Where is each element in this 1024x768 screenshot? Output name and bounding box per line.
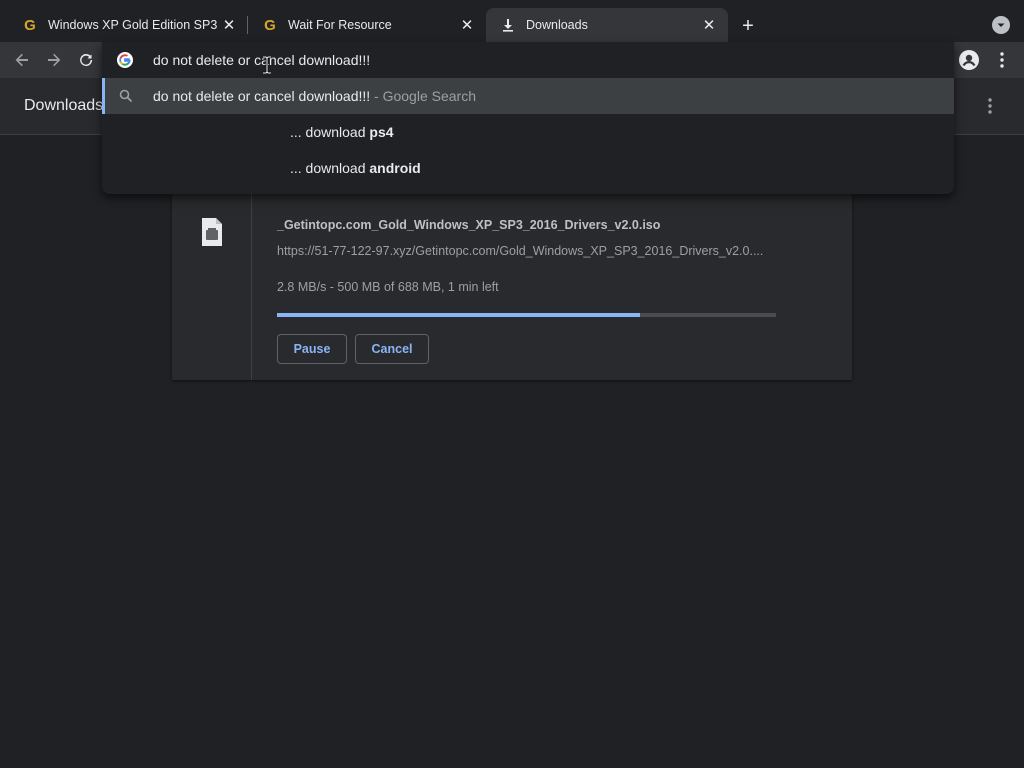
search-icon [119, 89, 133, 103]
tab-strip: G Windows XP Gold Edition SP3 ✕ G Wait F… [0, 0, 1024, 42]
suggestion-android[interactable]: ... download android [102, 150, 954, 186]
download-icon [500, 17, 516, 33]
suggestion-prefix: ... download [290, 160, 370, 176]
suggestion-ps4[interactable]: ... download ps4 [102, 114, 954, 150]
page-title: Downloads [24, 97, 104, 114]
source-url-link[interactable]: https://51-77-122-97.xyz/Getintopc.com/G… [277, 244, 777, 258]
suggestion-prefix: ... download [290, 124, 370, 140]
suggestion-text: do not delete or cancel download!!! - Go… [153, 88, 476, 104]
file-icon [200, 217, 224, 247]
suggestion-query: do not delete or cancel download!!! [153, 88, 371, 104]
forward-arrow-icon[interactable] [42, 48, 66, 72]
close-icon[interactable]: ✕ [458, 16, 476, 34]
g-favicon-icon: G [24, 16, 36, 34]
reload-icon[interactable] [74, 48, 98, 72]
pause-button[interactable]: Pause [277, 334, 347, 364]
download-item-card: _Getintopc.com_Gold_Windows_XP_SP3_2016_… [172, 170, 852, 380]
g-favicon-icon: G [264, 16, 276, 34]
cancel-button[interactable]: Cancel [355, 334, 429, 364]
omnibox-popup: do not delete or cancel download!!! do n… [102, 42, 954, 194]
close-icon[interactable]: ✕ [700, 16, 718, 34]
back-arrow-icon[interactable] [10, 48, 34, 72]
tab-title: Windows XP Gold Edition SP3 [48, 18, 218, 32]
card-divider [251, 170, 252, 380]
suggestion-text: ... download ps4 [290, 124, 394, 140]
tab-search-chevron-icon[interactable] [992, 16, 1010, 34]
tab-windows-xp[interactable]: G Windows XP Gold Edition SP3 ✕ [8, 8, 248, 42]
suggestion-suffix: - Google Search [370, 88, 476, 104]
selection-indicator [102, 78, 105, 114]
profile-avatar-icon[interactable] [958, 49, 980, 71]
progress-bar [277, 313, 776, 317]
new-tab-plus-icon[interactable]: + [737, 15, 759, 37]
tab-wait-for-resource[interactable]: G Wait For Resource ✕ [248, 8, 486, 42]
tab-downloads[interactable]: Downloads ✕ [486, 8, 728, 42]
suggestion-google-search[interactable]: do not delete or cancel download!!! - Go… [102, 78, 954, 114]
tab-title: Downloads [526, 18, 588, 32]
suggestion-bold: ps4 [369, 124, 394, 140]
more-actions-icon[interactable] [980, 96, 1000, 116]
google-g-icon [117, 52, 133, 68]
omnibox-input-row[interactable]: do not delete or cancel download!!! [102, 42, 954, 78]
file-name-link[interactable]: _Getintopc.com_Gold_Windows_XP_SP3_2016_… [277, 218, 660, 232]
close-icon[interactable]: ✕ [220, 16, 238, 34]
suggestion-bold: android [369, 160, 421, 176]
suggestion-text: ... download android [290, 160, 421, 176]
text-cursor-icon [261, 55, 273, 75]
tab-title: Wait For Resource [288, 18, 392, 32]
browser-menu-icon[interactable] [992, 49, 1012, 71]
progress-fill [277, 313, 640, 317]
download-status: 2.8 MB/s - 500 MB of 688 MB, 1 min left [277, 280, 499, 294]
